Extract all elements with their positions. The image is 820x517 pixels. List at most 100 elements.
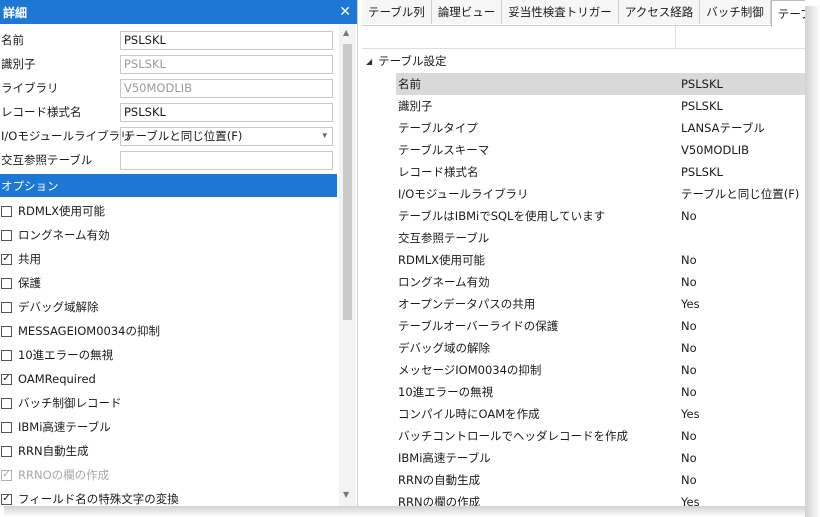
property-row[interactable]: 10進エラーの無視 No xyxy=(396,381,805,403)
property-name: 識別子 xyxy=(398,99,433,113)
option-label: バッチ制御レコード xyxy=(18,396,122,410)
checkbox-checked-icon[interactable]: ✓ xyxy=(1,373,12,385)
property-value[interactable]: Yes xyxy=(681,495,700,506)
property-row[interactable]: RRNの欄の作成 Yes xyxy=(396,491,805,506)
property-row[interactable]: メッセージIOM0034の抑制 No xyxy=(396,359,805,381)
checkbox-unchecked-icon[interactable] xyxy=(1,445,12,457)
option-checkbox-row[interactable]: MESSAGEIOM0034の抑制 xyxy=(1,320,160,342)
property-row[interactable]: 交互参照テーブル xyxy=(396,227,805,249)
property-value[interactable]: LANSAテーブル xyxy=(681,120,765,136)
property-value[interactable]: No xyxy=(681,385,697,399)
property-row[interactable]: テーブルタイプ LANSAテーブル xyxy=(396,117,805,139)
property-row[interactable]: レコード様式名 PSLSKL xyxy=(396,161,805,183)
option-label: 共用 xyxy=(18,252,41,266)
checkbox-unchecked-icon[interactable] xyxy=(1,397,12,409)
property-row[interactable]: IBMi高速テーブル No xyxy=(396,447,805,469)
checkbox-checked-icon[interactable]: ✓ xyxy=(1,493,12,505)
property-value[interactable]: テーブルと同じ位置(F) xyxy=(681,186,799,202)
property-value[interactable]: No xyxy=(681,473,697,487)
option-checkbox-row[interactable]: デバッグ域解除 xyxy=(1,296,99,318)
property-value[interactable]: No xyxy=(681,363,697,377)
option-checkbox-row[interactable]: ✓ OAMRequired xyxy=(1,368,96,390)
field-input[interactable]: V50MODLIB xyxy=(120,78,333,98)
property-row[interactable]: RRNの自動生成 No xyxy=(396,469,805,491)
field-input[interactable]: PSLSKL xyxy=(120,54,333,74)
property-row[interactable]: テーブルはIBMiでSQLを使用しています No xyxy=(396,205,805,227)
property-row[interactable]: ロングネーム有効 No xyxy=(396,271,805,293)
option-checkbox-row[interactable]: RRN自動生成 xyxy=(1,440,89,462)
field-label: 名前 xyxy=(1,33,24,47)
property-value[interactable]: No xyxy=(681,341,697,355)
property-row[interactable]: RDMLX使用可能 No xyxy=(396,249,805,271)
checkbox-unchecked-icon[interactable] xyxy=(1,421,12,433)
scrollbar-thumb[interactable] xyxy=(343,44,352,320)
property-row[interactable]: 識別子 PSLSKL xyxy=(396,95,805,117)
property-row[interactable]: I/Oモジュールライブラリ テーブルと同じ位置(F) xyxy=(396,183,805,205)
property-value[interactable]: V50MODLIB xyxy=(681,143,749,157)
details-panel-header: 詳細 ✕ xyxy=(0,0,357,24)
vertical-scrollbar[interactable]: ▲ ▼ xyxy=(339,24,356,506)
property-row[interactable]: コンパイル時にOAMを作成 Yes xyxy=(396,403,805,425)
property-name: I/Oモジュールライブラリ xyxy=(398,187,529,201)
tab-4[interactable]: バッチ制御 xyxy=(700,0,771,24)
property-value[interactable]: No xyxy=(681,451,697,465)
tab-strip: テーブル列論理ビュー妥当性検査トリガーアクセス経路バッチ制御テーブル属性 xyxy=(362,0,805,27)
property-row[interactable]: デバッグ域の解除 No xyxy=(396,337,805,359)
property-row[interactable]: テーブルスキーマ V50MODLIB xyxy=(396,139,805,161)
property-value[interactable]: Yes xyxy=(681,407,700,421)
option-checkbox-row[interactable]: RDMLX使用可能 xyxy=(1,200,105,222)
option-label: デバッグ域解除 xyxy=(18,300,99,314)
checkbox-checked-icon[interactable]: ✓ xyxy=(1,469,12,481)
field-input[interactable]: PSLSKL xyxy=(120,30,333,50)
field-input[interactable] xyxy=(120,150,333,170)
option-checkbox-row[interactable]: バッチ制御レコード xyxy=(1,392,122,414)
collapse-triangle-icon[interactable]: ◢ xyxy=(366,57,372,66)
tab-2[interactable]: 妥当性検査トリガー xyxy=(502,0,619,24)
column-divider[interactable] xyxy=(675,26,676,48)
property-value[interactable]: No xyxy=(681,253,697,267)
close-icon[interactable]: ✕ xyxy=(339,4,351,20)
scroll-down-icon[interactable]: ▼ xyxy=(343,490,349,499)
option-checkbox-row[interactable]: 10進エラーの無視 xyxy=(1,344,113,366)
field-label: 識別子 xyxy=(1,57,36,71)
option-checkbox-row[interactable]: ✓ 共用 xyxy=(1,248,41,270)
options-section-header[interactable]: オプション xyxy=(0,174,337,197)
option-label: IBMi高速テーブル xyxy=(18,420,111,434)
checkbox-unchecked-icon[interactable] xyxy=(1,205,12,217)
section-table-settings[interactable]: ◢ テーブル設定 xyxy=(366,51,446,71)
property-value[interactable]: PSLSKL xyxy=(681,165,723,179)
form-row: 交互参照テーブル xyxy=(0,148,338,172)
option-checkbox-row[interactable]: ロングネーム有効 xyxy=(1,224,110,246)
scroll-up-icon[interactable]: ▲ xyxy=(343,28,349,37)
field-input[interactable]: PSLSKL xyxy=(120,102,333,122)
checkbox-unchecked-icon[interactable] xyxy=(1,277,12,289)
property-row[interactable]: バッチコントロールでヘッダレコードを作成 No xyxy=(396,425,805,447)
tab-3[interactable]: アクセス経路 xyxy=(618,0,701,24)
option-checkbox-row[interactable]: ✓ RRNOの欄の作成 xyxy=(1,464,109,486)
property-value[interactable]: No xyxy=(681,319,697,333)
property-row[interactable]: 名前 PSLSKL xyxy=(396,73,805,95)
field-label: ライブラリ xyxy=(1,81,59,95)
property-name: テーブルオーバーライドの保護 xyxy=(398,319,559,333)
tab-0[interactable]: テーブル列 xyxy=(362,0,432,24)
property-grid-header xyxy=(362,26,805,49)
io-module-library-select[interactable]: テーブルと同じ位置(F) xyxy=(120,126,333,146)
property-row[interactable]: テーブルオーバーライドの保護 No xyxy=(396,315,805,337)
checkbox-checked-icon[interactable]: ✓ xyxy=(1,253,12,265)
tab-1[interactable]: 論理ビュー xyxy=(431,0,503,24)
tab-5[interactable]: テーブル属性 xyxy=(770,0,805,27)
option-checkbox-row[interactable]: 保護 xyxy=(1,272,41,294)
checkbox-unchecked-icon[interactable] xyxy=(1,301,12,313)
property-value[interactable]: No xyxy=(681,275,697,289)
checkbox-unchecked-icon[interactable] xyxy=(1,349,12,361)
property-value[interactable]: No xyxy=(681,429,697,443)
property-value[interactable]: Yes xyxy=(681,297,700,311)
property-value[interactable]: PSLSKL xyxy=(681,77,723,91)
property-value[interactable]: PSLSKL xyxy=(681,99,723,113)
property-row[interactable]: オープンデータパスの共用 Yes xyxy=(396,293,805,315)
checkbox-unchecked-icon[interactable] xyxy=(1,325,12,337)
option-checkbox-row[interactable]: ✓ フィールド名の特殊文字の変換 xyxy=(1,488,179,506)
checkbox-unchecked-icon[interactable] xyxy=(1,229,12,241)
property-value[interactable]: No xyxy=(681,209,697,223)
option-checkbox-row[interactable]: IBMi高速テーブル xyxy=(1,416,111,438)
